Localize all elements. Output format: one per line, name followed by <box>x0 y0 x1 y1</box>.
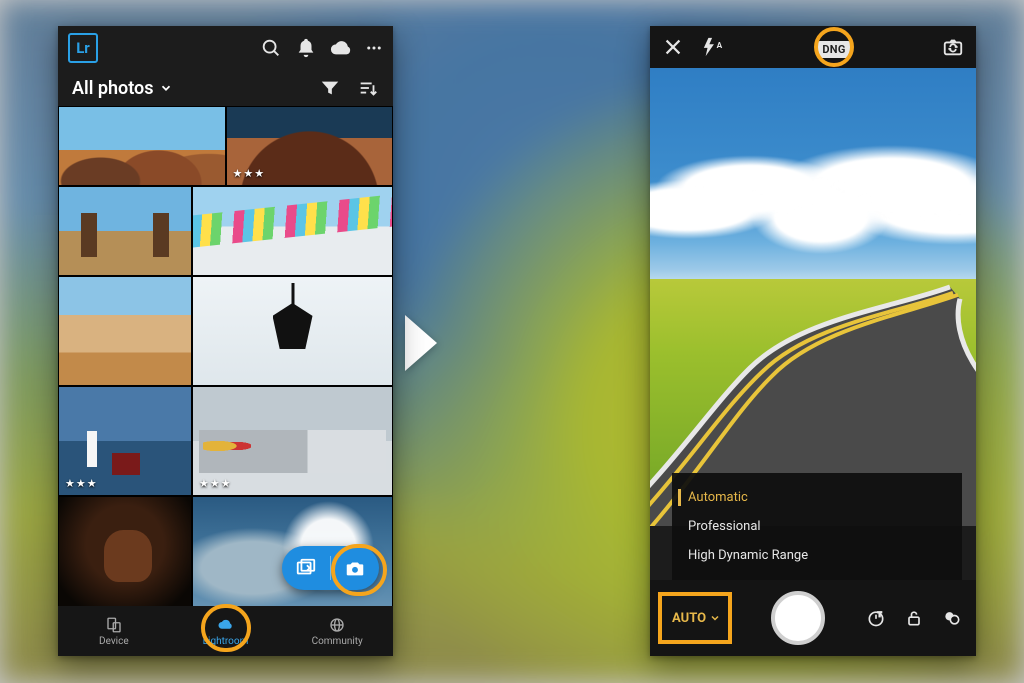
library-titlebar: All photos <box>58 70 393 106</box>
photo-grid[interactable]: ★★★ ★★★ ★★★ <box>58 106 393 606</box>
thumb-rock-formations[interactable] <box>58 106 226 186</box>
filter-icon[interactable] <box>319 77 341 99</box>
timer-icon[interactable]: T <box>866 608 886 628</box>
chevron-down-icon <box>159 81 173 95</box>
format-badge-wrap: DNG <box>818 38 849 57</box>
close-icon[interactable] <box>662 36 684 58</box>
arrow-right-icon <box>405 315 437 371</box>
import-photos-icon[interactable] <box>295 557 317 579</box>
more-icon[interactable] <box>365 37 383 59</box>
mode-option-hdr[interactable]: High Dynamic Range <box>672 541 962 570</box>
capture-mode-menu: Automatic Professional High Dynamic Rang… <box>672 473 962 580</box>
app-logo[interactable]: Lr <box>68 33 98 63</box>
mode-selector-button[interactable]: AUTO <box>664 601 729 636</box>
camera-icon[interactable] <box>344 557 366 579</box>
lock-open-icon[interactable] <box>904 608 924 628</box>
bell-icon[interactable] <box>295 37 317 59</box>
nav-device[interactable]: Device <box>58 606 170 656</box>
thumb-desert-mesa[interactable] <box>58 276 192 386</box>
svg-text:A: A <box>717 41 723 51</box>
flash-auto-icon[interactable]: A <box>700 36 726 58</box>
nav-lightroom[interactable]: Lightroom <box>170 606 282 656</box>
chevron-down-icon <box>709 612 721 624</box>
nav-community[interactable]: Community <box>281 606 393 656</box>
thumb-train[interactable]: ★★★ <box>192 386 393 496</box>
nav-label: Community <box>312 636 363 647</box>
camera-bottombar: AUTO T <box>650 580 976 656</box>
mode-option-professional[interactable]: Professional <box>672 512 962 541</box>
thumb-rock-arch[interactable]: ★★★ <box>226 106 394 186</box>
nav-label: Lightroom <box>203 636 249 647</box>
thumb-adobe-church[interactable] <box>58 186 192 276</box>
shutter-button[interactable] <box>771 591 825 645</box>
viewfinder-clouds <box>650 105 976 279</box>
thumb-street-lamp[interactable] <box>192 276 393 386</box>
collection-title: All photos <box>72 78 153 99</box>
svg-text:T: T <box>878 610 882 618</box>
presets-icon[interactable] <box>942 608 962 628</box>
camera-tools: T <box>866 608 962 628</box>
collection-dropdown[interactable]: All photos <box>72 78 173 99</box>
rating-stars: ★★★ <box>199 477 232 490</box>
fab-divider <box>330 556 331 580</box>
thumb-prayer-flags[interactable] <box>192 186 393 276</box>
thumb-lighthouse[interactable]: ★★★ <box>58 386 192 496</box>
bottom-nav: Device Lightroom Community <box>58 606 393 656</box>
library-topbar: Lr <box>58 26 393 70</box>
add-photo-fab[interactable] <box>282 546 379 590</box>
search-icon[interactable] <box>260 37 282 59</box>
library-screen: Lr All photos <box>58 26 393 656</box>
thumb-horse[interactable] <box>58 496 192 606</box>
switch-camera-icon[interactable] <box>942 36 964 58</box>
camera-viewfinder[interactable] <box>650 68 976 526</box>
rating-stars: ★★★ <box>233 167 266 180</box>
cloud-icon[interactable] <box>330 37 352 59</box>
sort-icon[interactable] <box>357 77 379 99</box>
mode-option-automatic[interactable]: Automatic <box>672 483 962 512</box>
rating-stars: ★★★ <box>65 477 98 490</box>
topbar-actions <box>260 37 383 59</box>
nav-label: Device <box>99 636 129 647</box>
format-badge[interactable]: DNG <box>818 41 849 58</box>
mode-selector-label: AUTO <box>672 611 706 626</box>
camera-screen: A DNG Automatic Profession <box>650 26 976 656</box>
camera-topbar: A DNG <box>650 26 976 68</box>
